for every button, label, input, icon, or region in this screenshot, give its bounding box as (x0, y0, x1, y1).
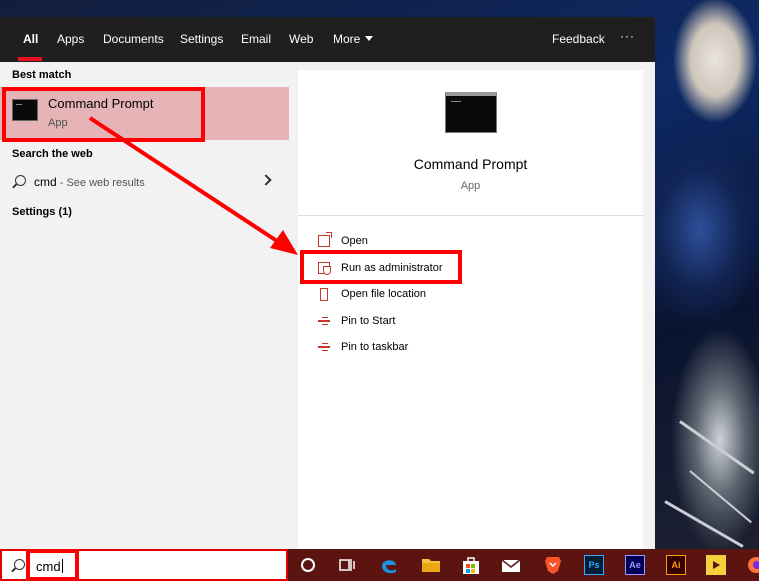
chevron-right-icon (260, 174, 272, 186)
search-web-heading: Search the web (12, 148, 93, 160)
tab-more[interactable]: More (333, 32, 374, 46)
search-icon (14, 559, 25, 570)
annotation-box-best-match (2, 87, 205, 142)
more-options-button[interactable]: ··· (620, 29, 635, 43)
settings-heading[interactable]: Settings (1) (12, 206, 72, 218)
best-match-heading: Best match (12, 69, 72, 81)
tab-documents[interactable]: Documents (103, 32, 164, 46)
pin-icon (318, 341, 330, 353)
web-query: cmd (34, 175, 57, 189)
open-icon (318, 232, 332, 247)
annotation-box-run-as-admin (300, 250, 462, 284)
tab-email[interactable]: Email (241, 32, 271, 46)
action-label: Open file location (341, 288, 426, 300)
illustrator-icon[interactable]: Ai (666, 555, 686, 575)
preview-pane: Command Prompt App Open Run as administr… (298, 70, 643, 549)
preview-title: Command Prompt (413, 156, 528, 172)
preview-subtitle: App (460, 180, 481, 192)
action-label: Pin to taskbar (341, 341, 409, 353)
search-filter-bar: All Apps Documents Settings Email Web Mo… (0, 17, 655, 62)
store-icon[interactable] (461, 555, 481, 575)
taskbar: cmd Ps Ae Ai (0, 549, 759, 581)
action-label: Open (341, 235, 368, 247)
cortana-icon[interactable] (301, 558, 315, 572)
after-effects-icon[interactable]: Ae (625, 555, 645, 575)
folder-icon (320, 288, 328, 301)
photoshop-icon[interactable]: Ps (584, 555, 604, 575)
task-view-icon[interactable] (337, 555, 357, 575)
edge-icon[interactable] (379, 555, 399, 575)
search-icon (15, 175, 26, 186)
chevron-down-icon (365, 36, 374, 41)
tab-settings[interactable]: Settings (180, 32, 223, 46)
active-tab-indicator (18, 57, 42, 61)
tab-all[interactable]: All (23, 32, 38, 46)
pin-icon (318, 315, 330, 327)
tab-more-label: More (333, 32, 361, 46)
command-prompt-large-icon (445, 92, 497, 133)
action-label: Pin to Start (341, 315, 396, 327)
action-pin-to-start[interactable]: Pin to Start (298, 311, 643, 333)
tab-apps[interactable]: Apps (57, 32, 84, 46)
potplayer-icon[interactable] (706, 555, 726, 575)
preview-divider (298, 215, 643, 216)
mail-icon[interactable] (501, 555, 521, 575)
file-explorer-icon[interactable] (421, 555, 441, 575)
annotation-box-search (26, 549, 79, 581)
action-pin-to-taskbar[interactable]: Pin to taskbar (298, 337, 643, 359)
firefox-icon[interactable] (744, 555, 759, 575)
web-suffix: - See web results (56, 177, 145, 189)
tab-web[interactable]: Web (289, 32, 313, 46)
action-open-file-location[interactable]: Open file location (298, 284, 643, 306)
web-result-text: cmd - See web results (34, 175, 145, 189)
web-result-row[interactable]: cmd - See web results (0, 168, 289, 196)
brave-icon[interactable] (543, 555, 563, 575)
feedback-button[interactable]: Feedback (552, 32, 605, 46)
